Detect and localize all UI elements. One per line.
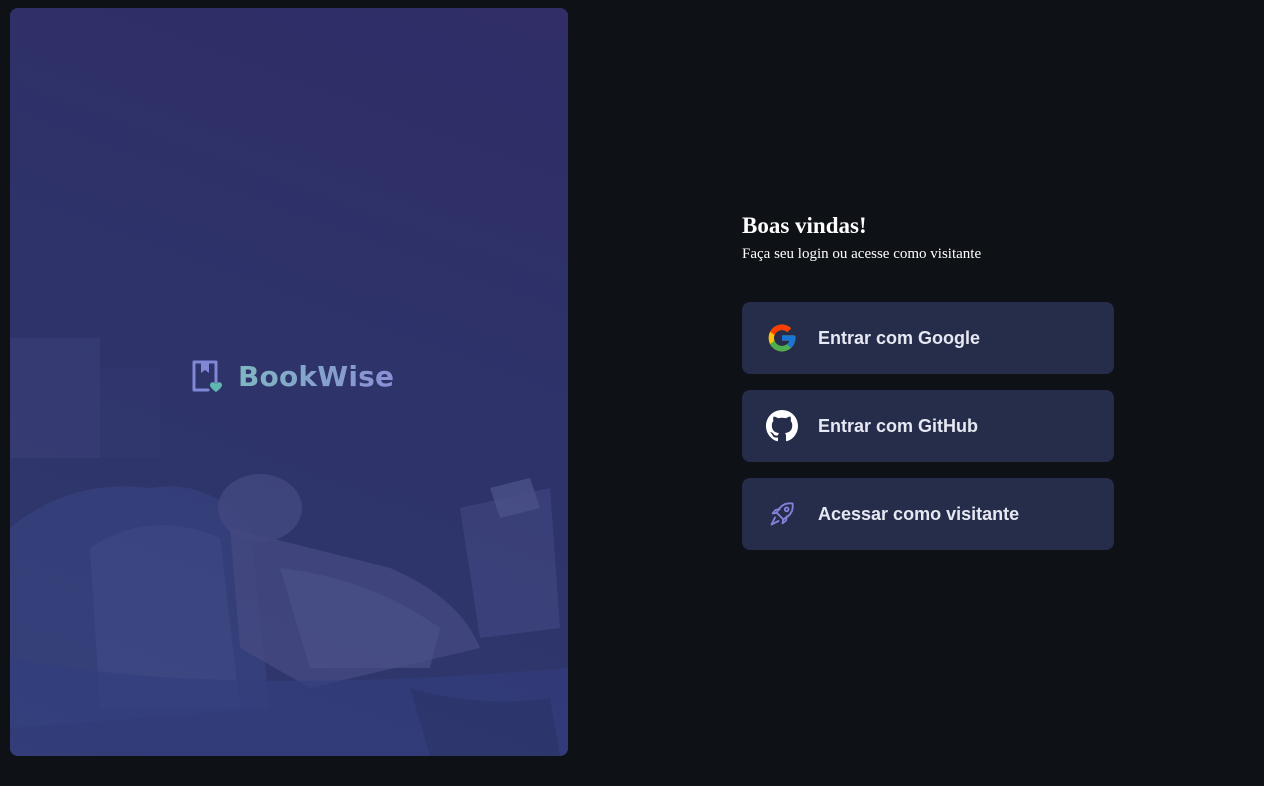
guest-access-label: Acessar como visitante bbox=[818, 503, 1020, 524]
hero-image-panel: BookWise bbox=[10, 8, 568, 756]
github-login-label: Entrar com GitHub bbox=[818, 415, 979, 436]
brand-logo: BookWise bbox=[188, 358, 394, 394]
rocket-icon bbox=[766, 498, 798, 530]
login-panel: Boas vindas! Faça seu login ou acesse co… bbox=[742, 212, 1114, 550]
book-heart-icon bbox=[188, 358, 224, 394]
page-title: Boas vindas! bbox=[742, 213, 867, 238]
google-login-button[interactable]: Entrar com Google bbox=[742, 302, 1114, 374]
google-icon bbox=[766, 322, 798, 354]
guest-access-button[interactable]: Acessar como visitante bbox=[742, 478, 1114, 550]
brand-name: BookWise bbox=[238, 359, 395, 393]
page-subtitle: Faça seu login ou acesse como visitante bbox=[742, 246, 982, 262]
github-login-button[interactable]: Entrar com GitHub bbox=[742, 390, 1114, 462]
login-options: Entrar com Google Entrar com GitHub Aces… bbox=[742, 302, 1114, 550]
github-icon bbox=[766, 410, 798, 442]
google-login-label: Entrar com Google bbox=[818, 327, 981, 348]
